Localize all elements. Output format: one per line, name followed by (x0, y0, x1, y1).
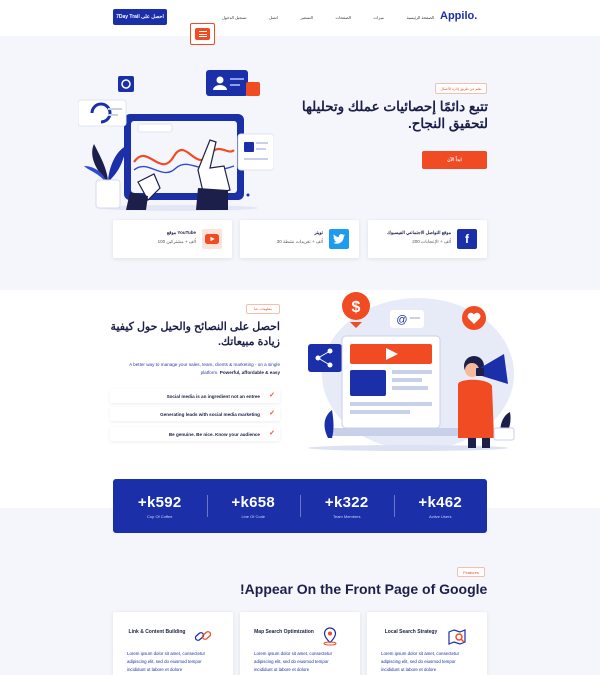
feature-description: Lorem ipsum dolor sit amet, consectetur … (254, 651, 333, 672)
social-name: موقع التواصل الاجتماعي الفيسبوك (387, 230, 451, 235)
twitter-icon (329, 229, 349, 249)
nav-link-login[interactable]: تسجيل الدخول (222, 15, 247, 20)
social-stat: 200 ألف + الإعجابات (412, 239, 451, 244)
checklist-item: Social media is an ingredient not an ent… (110, 389, 280, 403)
feature-title: Local Search Strategy (384, 629, 438, 635)
counter-value: +k592 (137, 494, 182, 511)
nav-link-pages[interactable]: الصفحات (336, 15, 351, 20)
location-pin-icon (323, 627, 337, 646)
check-icon: ✓ (269, 392, 275, 399)
counter-label: Active Users (429, 514, 452, 519)
features-badge: Features (457, 567, 485, 577)
nav-link-contact[interactable]: اتصل (269, 15, 278, 20)
feature-card-map-search[interactable]: Map Search Optimization Lorem ipsum dolo… (240, 612, 360, 675)
nav-link-pricing[interactable]: التسعير (300, 15, 312, 20)
checklist-text: Be genuine. Be nice. Know your audience (168, 431, 260, 437)
counter-label: Cup Of Coffee (147, 514, 173, 519)
check-icon: ✓ (269, 410, 275, 417)
about-desc-bold: Powerful, affordable & easy (219, 370, 280, 375)
youtube-stat-card[interactable]: موقع YouTube 100 ألف + مشتركين (113, 220, 232, 258)
counter-value: +k658 (231, 494, 276, 511)
hero-badge: تعلم عن طريق إدارة الأعمال (435, 83, 487, 94)
menu-toggle-button[interactable] (190, 23, 215, 45)
checklist-item: Be genuine. Be nice. Know your audience … (110, 427, 280, 441)
social-name: موقع YouTube (166, 230, 196, 235)
feature-card-local-search[interactable]: Local Search Strategy Lorem ipsum dolor … (367, 612, 487, 675)
social-stat: 100 ألف + مشتركين (157, 239, 196, 244)
hero-title: تتبع دائمًا إحصائيات عملك وتحليلها لتحقي… (301, 99, 488, 131)
youtube-icon (202, 229, 222, 249)
link-icon (194, 631, 212, 641)
counter-label: Team Members (332, 514, 361, 519)
counters-bar: +k592 Cup Of Coffee +k658 Line Of Code +… (113, 479, 487, 533)
counter-team: +k322 Team Members (300, 479, 394, 533)
svg-text:$: $ (352, 299, 361, 316)
social-name: تويتر (314, 230, 323, 235)
get-started-button[interactable]: ابدأ الآن (422, 151, 487, 169)
counter-coffee: +k592 Cup Of Coffee (113, 479, 207, 533)
svg-text:@: @ (396, 314, 407, 326)
features-title: !Appear On the Front Page of Google (240, 581, 488, 597)
facebook-stat-card[interactable]: f موقع التواصل الاجتماعي الفيسبوك 200 أل… (368, 220, 487, 258)
about-title: احصل على النصائح والحيل حول كيفية زيادة … (110, 321, 280, 348)
feature-title: Link & Content Building (128, 629, 186, 635)
counter-users: +k462 Active Users (393, 479, 488, 533)
twitter-stat-card[interactable]: تويتر 30 ألف + تغريدات نشطة (240, 220, 359, 258)
counter-code: +k658 Line Of Code (206, 479, 301, 533)
feature-description: Lorem ipsum dolor sit amet, consectetur … (127, 651, 206, 672)
feature-description: Lorem ipsum dolor sit amet, consectetur … (381, 651, 460, 672)
counter-value: +k322 (324, 494, 369, 511)
social-stat: 30 ألف + تغريدات نشطة (276, 239, 323, 244)
check-icon: ✓ (269, 430, 275, 437)
nav-link-home[interactable]: الصفحة الرئيسية (407, 15, 434, 20)
feature-card-link-building[interactable]: Link & Content Building Lorem ipsum dolo… (113, 612, 233, 675)
map-search-icon (448, 629, 466, 645)
nav-link-features[interactable]: ميزات (374, 15, 384, 20)
about-badge: معلومات عنا (246, 304, 280, 314)
counter-label: Line Of Code (241, 514, 266, 519)
facebook-icon: f (457, 229, 477, 249)
marketing-illustration: $ @ (308, 292, 515, 451)
checklist-text: Social media is an ingredient not an ent… (166, 393, 260, 399)
counter-value: +k462 (418, 494, 463, 511)
about-description: A better way to manage your sales, team,… (110, 361, 280, 377)
checklist-text: Generating leads with social media marke… (160, 411, 260, 417)
checklist-item: Generating leads with social media marke… (110, 407, 280, 421)
feature-title: Map Search Optimization (254, 629, 314, 635)
nav-links: الصفحة الرئيسية ميزات الصفحات التسعير ات… (222, 15, 434, 20)
hero-dashboard-illustration (78, 70, 274, 211)
free-trial-button[interactable]: 7Day Trail احصل على (113, 9, 167, 25)
top-navbar: 7Day Trail احصل على الصفحة الرئيسية ميزا… (0, 0, 600, 36)
logo[interactable]: Appilo. (440, 10, 477, 22)
hamburger-icon (195, 28, 210, 40)
